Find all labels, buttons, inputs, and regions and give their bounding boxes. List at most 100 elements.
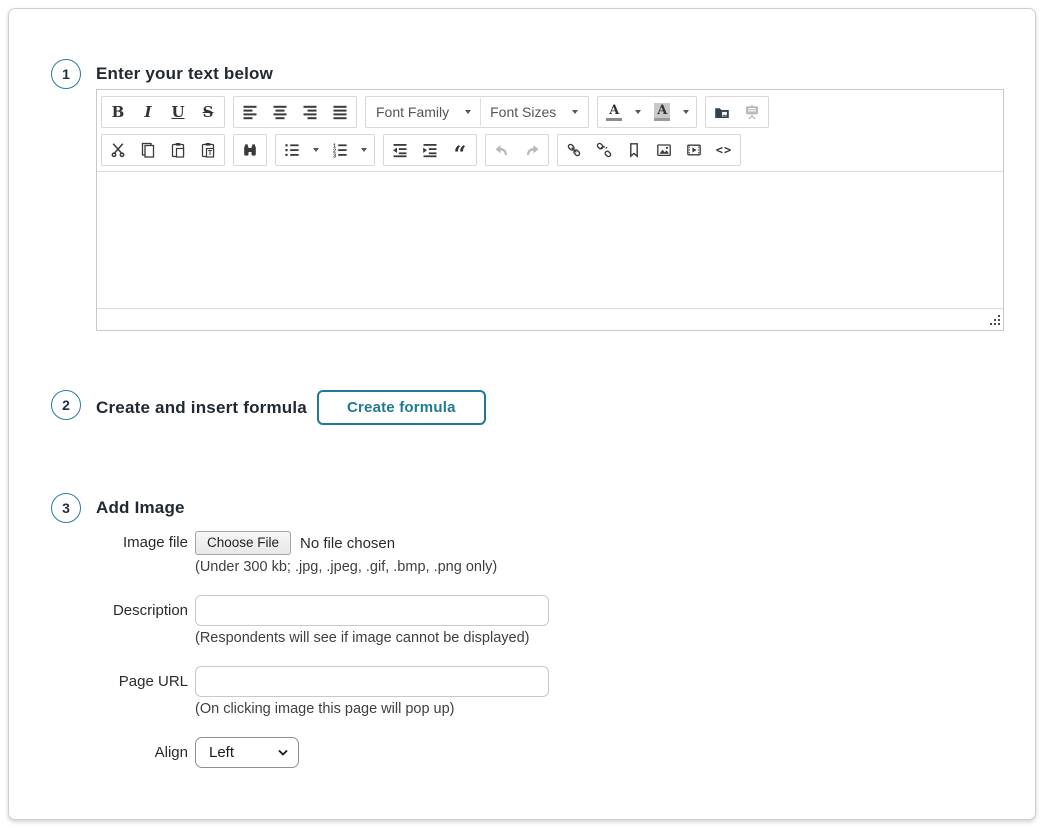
page-url-hint: (On clicking image this page will pop up… <box>195 701 1035 717</box>
insert-link-button[interactable] <box>559 136 589 164</box>
paste-button[interactable] <box>163 136 193 164</box>
align-row: Align Left <box>96 737 1035 768</box>
chevron-down-icon <box>313 148 319 152</box>
align-right-icon <box>302 104 318 120</box>
align-right-button[interactable] <box>295 98 325 126</box>
bold-button[interactable]: B <box>103 98 133 126</box>
image-file-row: Image file Choose File No file chosen (U… <box>96 531 1035 575</box>
bold-icon: B <box>112 105 125 120</box>
svg-text:T: T <box>208 150 213 157</box>
chevron-down-icon <box>572 110 578 114</box>
cut-button[interactable] <box>103 136 133 164</box>
italic-icon: I <box>144 105 151 120</box>
copy-icon <box>140 142 156 158</box>
text-color-icon: A <box>606 103 622 121</box>
insert-image-button[interactable] <box>649 136 679 164</box>
choose-file-button[interactable]: Choose File <box>195 531 291 555</box>
insert-media-button[interactable] <box>679 136 709 164</box>
decrease-indent-button[interactable] <box>385 136 415 164</box>
chevron-down-icon <box>465 110 471 114</box>
underline-button[interactable]: U <box>163 98 193 126</box>
preview-button[interactable] <box>737 98 767 126</box>
preview-screen-icon <box>744 104 760 120</box>
svg-text:3: 3 <box>333 153 336 158</box>
italic-button[interactable]: I <box>133 98 163 126</box>
image-manager-folder-icon <box>714 104 730 120</box>
image-manager-button[interactable] <box>707 98 737 126</box>
create-formula-button[interactable]: Create formula <box>317 390 486 425</box>
find-replace-button[interactable] <box>235 136 265 164</box>
chevron-down-icon <box>361 148 367 152</box>
bullet-list-caret-button[interactable] <box>307 136 325 164</box>
increase-indent-button[interactable] <box>415 136 445 164</box>
bullet-list-button[interactable] <box>277 136 307 164</box>
image-file-label: Image file <box>96 531 188 555</box>
step-1-badge: 1 <box>51 59 81 89</box>
editor-statusbar <box>97 308 1003 330</box>
insert-preview-group <box>705 96 769 128</box>
align-justify-icon <box>332 104 348 120</box>
step-3-number: 3 <box>62 500 70 516</box>
align-justify-button[interactable] <box>325 98 355 126</box>
anchor-button[interactable] <box>619 136 649 164</box>
numbered-list-button[interactable]: 1 2 3 <box>325 136 355 164</box>
rich-text-editor: B I U S <box>96 89 1004 331</box>
chevron-down-icon <box>278 749 288 756</box>
align-label: Align <box>96 737 188 768</box>
resize-grip-icon[interactable] <box>987 313 1000 326</box>
page-url-row: Page URL (On clicking image this page wi… <box>96 666 1035 717</box>
page-url-input[interactable] <box>195 666 549 697</box>
align-group <box>233 96 357 128</box>
text-color-button[interactable]: A <box>599 98 629 126</box>
insert-image-icon <box>656 142 672 158</box>
step-1-title: Enter your text below <box>96 59 1035 89</box>
description-input[interactable] <box>195 595 549 626</box>
step-3-badge: 3 <box>51 493 81 523</box>
font-sizes-select[interactable]: Font Sizes <box>480 98 587 126</box>
step-2-title: Create and insert formula <box>96 393 307 423</box>
background-color-caret-button[interactable] <box>677 98 695 126</box>
background-color-button[interactable]: A <box>647 98 677 126</box>
page-url-label: Page URL <box>96 666 188 697</box>
strikethrough-icon: S <box>203 105 214 120</box>
file-status-text: No file chosen <box>300 535 395 552</box>
step-1-section: 1 Enter your text below B I U S <box>9 59 1035 331</box>
insert-media-icon <box>686 142 702 158</box>
remove-link-button[interactable] <box>589 136 619 164</box>
align-left-button[interactable] <box>235 98 265 126</box>
redo-button[interactable] <box>517 136 547 164</box>
description-row: Description (Respondents will see if ima… <box>96 595 1035 646</box>
align-select[interactable]: Left <box>195 737 299 768</box>
strikethrough-button[interactable]: S <box>193 98 223 126</box>
add-image-form: Image file Choose File No file chosen (U… <box>96 531 1035 768</box>
chevron-down-icon <box>635 110 641 114</box>
cut-scissors-icon <box>110 142 126 158</box>
undo-button[interactable] <box>487 136 517 164</box>
toolbar-row-1: B I U S <box>101 93 999 131</box>
text-color-caret-button[interactable] <box>629 98 647 126</box>
find-replace-binoculars-icon <box>242 142 258 158</box>
font-family-select[interactable]: Font Family <box>367 98 480 126</box>
editor-toolbar: B I U S <box>97 90 1003 172</box>
anchor-bookmark-icon <box>626 142 642 158</box>
image-file-hint: (Under 300 kb; .jpg, .jpeg, .gif, .bmp, … <box>195 559 1035 575</box>
bullet-list-icon <box>284 142 300 158</box>
increase-indent-icon <box>422 142 438 158</box>
insert-group: <> <box>557 134 741 166</box>
align-center-icon <box>272 104 288 120</box>
paste-as-text-button[interactable]: T <box>193 136 223 164</box>
step-2-badge: 2 <box>51 390 81 420</box>
numbered-list-caret-button[interactable] <box>355 136 373 164</box>
background-color-icon: A <box>654 103 670 121</box>
blockquote-button[interactable]: “ <box>445 136 475 164</box>
copy-button[interactable] <box>133 136 163 164</box>
description-label: Description <box>96 595 188 626</box>
align-center-button[interactable] <box>265 98 295 126</box>
source-code-button[interactable]: <> <box>709 136 739 164</box>
editor-content-area[interactable] <box>97 172 1003 308</box>
undo-icon <box>494 142 510 158</box>
content-panel: 1 Enter your text below B I U S <box>8 8 1036 820</box>
description-hint: (Respondents will see if image cannot be… <box>195 630 1035 646</box>
find-group <box>233 134 267 166</box>
remove-link-icon <box>596 142 612 158</box>
